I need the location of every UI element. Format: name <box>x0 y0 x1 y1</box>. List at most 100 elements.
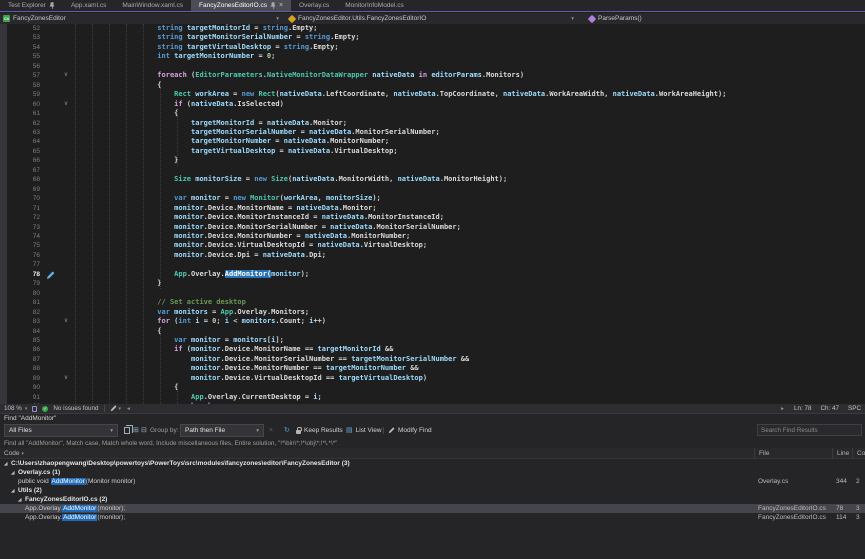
edit-pencil-icon[interactable] <box>42 270 59 279</box>
fold-collapse-icon[interactable]: ∨ <box>59 100 73 109</box>
document-health-icon[interactable] <box>32 406 37 412</box>
code-line-70[interactable]: 70 var monitor = new Monitor(workArea, m… <box>0 194 865 203</box>
code-line-84[interactable]: 84 { <box>0 327 865 336</box>
expand-all-button[interactable]: ⊞ <box>133 424 139 437</box>
code-line-77[interactable]: 77 <box>0 260 865 269</box>
icon-margin <box>42 308 59 317</box>
code-line-65[interactable]: 65 targetVirtualDesktop = nativeData.Vir… <box>0 147 865 156</box>
code-line-57[interactable]: 57∨ foreach (EditorParameters.NativeMoni… <box>0 71 865 80</box>
code-line-80[interactable]: 80 <box>0 289 865 298</box>
code-line-78[interactable]: 78 App.Overlay.AddMonitor(monitor); <box>0 270 865 279</box>
fold-collapse-icon[interactable]: ∨ <box>59 71 73 80</box>
fold-collapse-icon[interactable]: ∨ <box>59 374 73 383</box>
expander-icon[interactable]: ◢ <box>11 486 18 495</box>
project-dropdown[interactable]: C# FancyZonesEditor ▾ <box>0 13 283 24</box>
code-line-64[interactable]: 64 targetMonitorNumber = nativeData.Moni… <box>0 137 865 146</box>
scroll-right-arrow[interactable]: ► <box>780 406 785 412</box>
result-match-row[interactable]: App.Overlay.AddMonitor(monitor);FancyZon… <box>0 504 865 513</box>
zoom-selector[interactable]: 108 % ▾ <box>4 405 27 412</box>
line-number: 79 <box>0 279 42 288</box>
result-match-row[interactable]: public void AddMonitor(Monitor monitor)O… <box>0 477 865 486</box>
result-group-row[interactable]: ◢C:\Users\zhaopengwang\Desktop\powertoys… <box>0 459 865 468</box>
scope-dropdown[interactable]: All Files ▾ <box>4 424 118 437</box>
column-header-line[interactable]: Line <box>832 448 852 459</box>
code-line-67[interactable]: 67 <box>0 166 865 175</box>
tab-mainwindow-xaml-cs[interactable]: MainWindow.xaml.cs <box>114 0 191 11</box>
code-line-56[interactable]: 56 <box>0 62 865 71</box>
cursor-line: Ln: 78 <box>794 405 812 412</box>
code-line-72[interactable]: 72 monitor.Device.MonitorInstanceId = na… <box>0 213 865 222</box>
tab-monitorinfomodel-cs[interactable]: MonitorInfoModel.cs <box>337 0 412 11</box>
code-line-73[interactable]: 73 monitor.Device.MonitorSerialNumber = … <box>0 223 865 232</box>
issues-status[interactable]: No issues found <box>53 405 98 412</box>
code-line-86[interactable]: 86 if (monitor.Device.MonitorName == tar… <box>0 345 865 354</box>
group-by-dropdown[interactable]: Path then File ▾ <box>180 424 264 437</box>
collapse-all-button[interactable]: ⊟ <box>141 424 147 437</box>
pin-icon[interactable] <box>270 2 276 9</box>
code-line-58[interactable]: 58 { <box>0 81 865 90</box>
result-group-row[interactable]: ◢Utils (2) <box>0 486 865 495</box>
code-line-68[interactable]: 68 Size monitorSize = new Size(nativeDat… <box>0 175 865 184</box>
code-line-55[interactable]: 55 int targetMonitorNumber = 0; <box>0 52 865 61</box>
code-line-53[interactable]: 53 string targetMonitorSerialNumber = st… <box>0 33 865 42</box>
code-line-59[interactable]: 59 Rect workArea = new Rect(nativeData.L… <box>0 90 865 99</box>
expander-icon[interactable]: ◢ <box>11 468 18 477</box>
code-line-60[interactable]: 60∨ if (nativeData.IsSelected) <box>0 100 865 109</box>
code-line-90[interactable]: 90 { <box>0 383 865 392</box>
search-find-results-input[interactable] <box>757 424 862 436</box>
code-line-89[interactable]: 89∨ monitor.Device.VirtualDesktopId == t… <box>0 374 865 383</box>
code-line-83[interactable]: 83∨ for (int i = 0; i < monitors.Count; … <box>0 317 865 326</box>
code-line-69[interactable]: 69 <box>0 185 865 194</box>
code-line-75[interactable]: 75 monitor.Device.VirtualDesktopId = nat… <box>0 241 865 250</box>
code-line-71[interactable]: 71 monitor.Device.MonitorName = nativeDa… <box>0 204 865 213</box>
pin-icon[interactable] <box>49 2 55 9</box>
code-line-82[interactable]: 82 var monitors = App.Overlay.Monitors; <box>0 308 865 317</box>
tab-overlay-cs[interactable]: Overlay.cs <box>291 0 337 11</box>
code-editor[interactable]: 52 string targetMonitorId = string.Empty… <box>0 24 865 404</box>
icon-margin <box>42 374 59 383</box>
code-line-76[interactable]: 76 monitor.Device.Dpi = nativeData.Dpi; <box>0 251 865 260</box>
code-line-52[interactable]: 52 string targetMonitorId = string.Empty… <box>0 24 865 33</box>
type-dropdown[interactable]: FancyZonesEditor.Utils.FancyZonesEditorI… <box>284 13 578 24</box>
close-icon[interactable]: × <box>279 3 283 9</box>
icon-margin <box>42 24 59 33</box>
code-line-54[interactable]: 54 string targetVirtualDesktop = string.… <box>0 43 865 52</box>
column-header-code[interactable]: Code ▾ <box>0 448 30 459</box>
expander-icon[interactable]: ◢ <box>18 495 25 504</box>
keep-results-toggle[interactable]: Keep Results <box>296 424 343 437</box>
list-view-toggle[interactable]: ▤ List View <box>346 424 382 437</box>
code-line-91[interactable]: 91 App.Overlay.CurrentDesktop = i; <box>0 393 865 402</box>
member-dropdown[interactable]: ParseParams() <box>579 13 865 24</box>
code-line-61[interactable]: 61 { <box>0 109 865 118</box>
stop-search-button[interactable]: × <box>269 424 273 437</box>
icon-margin <box>42 33 59 42</box>
code-line-87[interactable]: 87 monitor.Device.MonitorSerialNumber ==… <box>0 355 865 364</box>
tab-test-explorer[interactable]: Test Explorer <box>0 0 63 11</box>
code-line-88[interactable]: 88 monitor.Device.MonitorNumber == targe… <box>0 364 865 373</box>
column-header-column[interactable]: Column <box>852 448 865 459</box>
result-group-row[interactable]: ◢FancyZonesEditorIO.cs (2) <box>0 495 865 504</box>
column-header-file[interactable]: File <box>754 448 832 459</box>
code-line-81[interactable]: 81 // Set active desktop <box>0 298 865 307</box>
code-line-85[interactable]: 85 var monitor = monitors[i]; <box>0 336 865 345</box>
result-group-row[interactable]: ◢Overlay.cs (1) <box>0 468 865 477</box>
expander-icon[interactable]: ◢ <box>4 459 11 468</box>
code-line-79[interactable]: 79 } <box>0 279 865 288</box>
tab-fancyzoneseditorio-cs[interactable]: FancyZonesEditorIO.cs× <box>191 0 291 11</box>
code-line-63[interactable]: 63 targetMonitorSerialNumber = nativeDat… <box>0 128 865 137</box>
code-line-66[interactable]: 66 } <box>0 156 865 165</box>
code-cleanup-button[interactable]: ▾ <box>110 405 122 412</box>
scroll-left-arrow[interactable]: ◄ <box>126 406 131 412</box>
repeat-search-button[interactable]: ↻ <box>284 424 290 437</box>
copy-icon <box>124 427 130 434</box>
result-match-row[interactable]: App.Overlay.AddMonitor(monitor);FancyZon… <box>0 513 865 522</box>
code-line-74[interactable]: 74 monitor.Device.MonitorNumber = native… <box>0 232 865 241</box>
modify-find-button[interactable]: Modify Find <box>388 424 432 437</box>
line-number: 82 <box>0 308 42 317</box>
code-line-62[interactable]: 62 targetMonitorId = nativeData.Monitor; <box>0 119 865 128</box>
fold-collapse-icon[interactable]: ∨ <box>59 317 73 326</box>
icon-margin <box>42 52 59 61</box>
code-text: if (monitor.Device.MonitorName == target… <box>73 345 393 354</box>
tab-app-xaml-cs[interactable]: App.xaml.cs <box>63 0 114 11</box>
copy-results-button[interactable] <box>124 424 132 437</box>
